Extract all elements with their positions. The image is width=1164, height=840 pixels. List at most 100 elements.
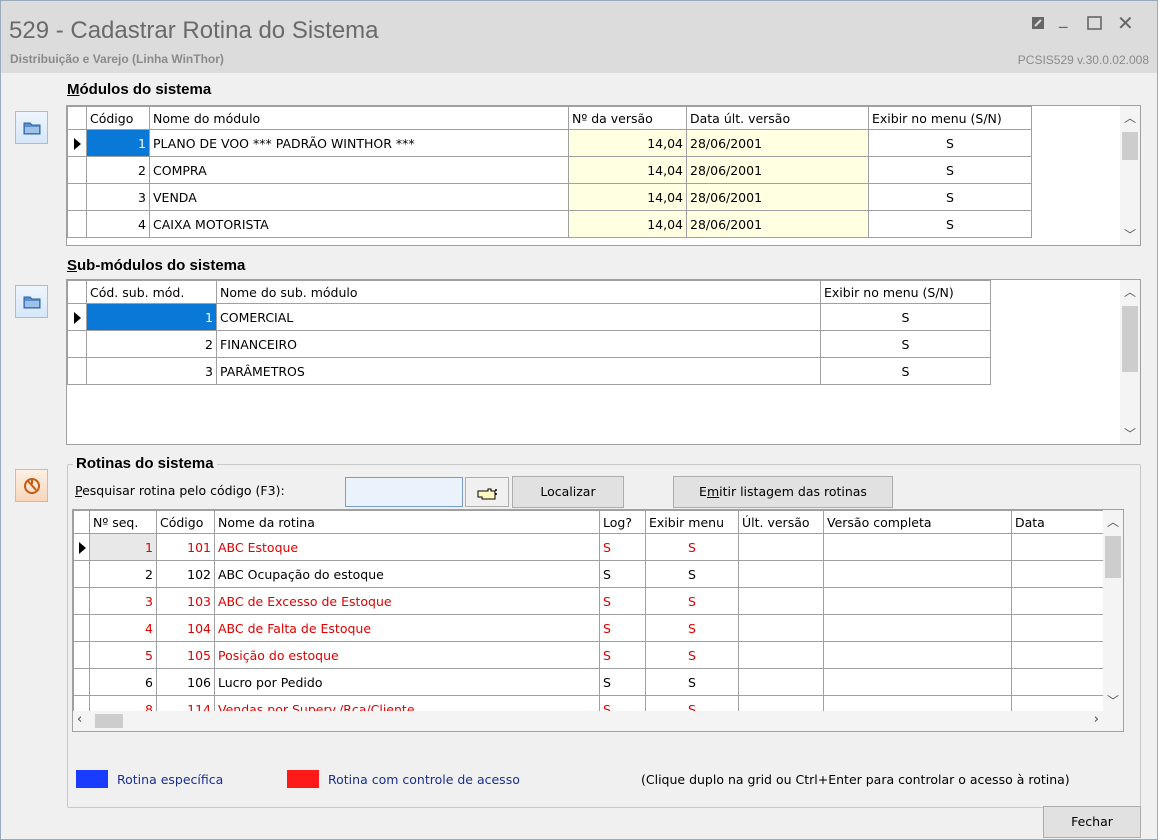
col-header-codigo[interactable]: Código [156,510,215,534]
cell-code[interactable]: 104 [156,614,215,642]
table-row[interactable]: 1 PLANO DE VOO *** PADRÃO WINTHOR *** 14… [67,129,1032,157]
col-header-codigo[interactable]: Código [86,106,150,130]
table-row[interactable]: 2 FINANCEIRO S [67,330,991,358]
cell-name[interactable]: PARÂMETROS [216,357,821,385]
cell-data[interactable] [1011,668,1110,696]
table-row[interactable]: 5 105 Posição do estoque S S [73,641,1110,669]
table-row[interactable]: 4 CAIXA MOTORISTA 14,04 28/06/2001 S [67,210,1032,238]
routines-grid[interactable]: Nº seq. Código Nome da rotina Log? Exibi… [72,509,1124,732]
col-header-nome-modulo[interactable]: Nome do módulo [149,106,569,130]
cell-menu[interactable]: S [645,533,739,561]
cell-code[interactable]: 105 [156,641,215,669]
col-header-exibir-menu[interactable]: Exibir menu [645,510,739,534]
scroll-down-icon[interactable]: ﹀ [1120,424,1140,444]
cell-seq[interactable]: 4 [89,614,157,642]
cell-code[interactable]: 2 [86,156,150,184]
search-lookup-button[interactable] [465,477,509,507]
cell-versao-completa[interactable] [823,641,1012,669]
routines-hscroll[interactable]: ‹ › [73,711,1123,731]
cell-name[interactable]: CAIXA MOTORISTA [149,210,569,238]
cell-ult-versao[interactable] [738,533,824,561]
col-header-versao-completa[interactable]: Versão completa [823,510,1012,534]
scroll-left-icon[interactable]: ‹ [77,712,82,727]
fechar-button[interactable]: Fechar [1043,806,1141,838]
routines-vscroll[interactable]: ︿ ﹀ [1103,510,1123,711]
cell-name[interactable]: COMPRA [149,156,569,184]
table-row[interactable]: 1 101 ABC Estoque S S [73,533,1110,561]
cell-menu[interactable]: S [645,560,739,588]
cell-date[interactable]: 28/06/2001 [686,156,869,184]
cell-data[interactable] [1011,533,1110,561]
cell-code[interactable]: 3 [86,183,150,211]
table-row[interactable]: 3 PARÂMETROS S [67,357,991,385]
cell-menu[interactable]: S [645,641,739,669]
cell-data[interactable] [1011,641,1110,669]
cell-name[interactable]: ABC Estoque [214,533,600,561]
cell-ult-versao[interactable] [738,560,824,588]
cell-show[interactable]: S [868,210,1032,238]
emitir-listagem-button[interactable]: Emitir listagem das rotinas [673,476,893,508]
cell-show[interactable]: S [868,183,1032,211]
cell-version[interactable]: 14,04 [568,129,687,157]
scroll-down-icon[interactable]: ﹀ [1120,225,1140,245]
cell-menu[interactable]: S [645,587,739,615]
col-header-nome-rotina[interactable]: Nome da rotina [214,510,600,534]
cell-name[interactable]: ABC de Excesso de Estoque [214,587,600,615]
cell-code[interactable]: 101 [156,533,215,561]
table-row[interactable]: 2 COMPRA 14,04 28/06/2001 S [67,156,1032,184]
cell-log[interactable]: S [599,587,646,615]
scroll-up-icon[interactable]: ︿ [1120,108,1140,128]
table-row[interactable]: 1 COMERCIAL S [67,303,991,331]
scroll-down-icon[interactable]: ﹀ [1103,691,1123,711]
cell-show[interactable]: S [820,357,991,385]
cell-code[interactable]: 106 [156,668,215,696]
cell-versao-completa[interactable] [823,668,1012,696]
cell-log[interactable]: S [599,641,646,669]
col-header-cod-submod[interactable]: Cód. sub. mód. [86,280,217,304]
cell-log[interactable]: S [599,560,646,588]
modules-grid[interactable]: Código Nome do módulo Nº da versão Data … [66,105,1141,246]
cell-code[interactable]: 1 [86,303,217,331]
cell-ult-versao[interactable] [738,587,824,615]
table-row[interactable]: 3 VENDA 14,04 28/06/2001 S [67,183,1032,211]
submodules-folder-button[interactable] [15,285,48,318]
minimize-icon[interactable]: _ [1059,9,1068,29]
table-row[interactable]: 2 102 ABC Ocupação do estoque S S [73,560,1110,588]
cell-code[interactable]: 3 [86,357,217,385]
scroll-thumb[interactable] [95,714,123,728]
cell-seq[interactable]: 1 [89,533,157,561]
cell-data[interactable] [1011,587,1110,615]
col-header-num-versao[interactable]: Nº da versão [568,106,687,130]
scroll-up-icon[interactable]: ︿ [1103,512,1123,532]
cell-name[interactable]: PLANO DE VOO *** PADRÃO WINTHOR *** [149,129,569,157]
cell-code[interactable]: 1 [86,129,150,157]
restore-icon[interactable] [1031,15,1045,35]
cell-show[interactable]: S [820,303,991,331]
close-icon[interactable]: ✕ [1117,11,1134,35]
cell-data[interactable] [1011,560,1110,588]
cell-code[interactable]: 103 [156,587,215,615]
cell-seq[interactable]: 5 [89,641,157,669]
col-header-exibir-menu[interactable]: Exibir no menu (S/N) [820,280,991,304]
table-row[interactable]: 6 106 Lucro por Pedido S S [73,668,1110,696]
modules-folder-button[interactable] [15,111,48,144]
cell-seq[interactable]: 2 [89,560,157,588]
modules-vscroll[interactable]: ︿ ﹀ [1120,106,1140,245]
cell-version[interactable]: 14,04 [568,210,687,238]
cell-show[interactable]: S [868,156,1032,184]
cell-code[interactable]: 4 [86,210,150,238]
cell-versao-completa[interactable] [823,587,1012,615]
cell-ult-versao[interactable] [738,641,824,669]
cell-date[interactable]: 28/06/2001 [686,210,869,238]
search-input[interactable] [345,477,463,507]
cell-data[interactable] [1011,614,1110,642]
cell-versao-completa[interactable] [823,614,1012,642]
cell-menu[interactable]: S [645,614,739,642]
cell-date[interactable]: 28/06/2001 [686,129,869,157]
maximize-icon[interactable] [1087,15,1102,35]
cell-name[interactable]: ABC Ocupação do estoque [214,560,600,588]
cell-seq[interactable]: 3 [89,587,157,615]
cell-name[interactable]: COMERCIAL [216,303,821,331]
col-header-exibir-menu[interactable]: Exibir no menu (S/N) [868,106,1032,130]
cell-show[interactable]: S [868,129,1032,157]
